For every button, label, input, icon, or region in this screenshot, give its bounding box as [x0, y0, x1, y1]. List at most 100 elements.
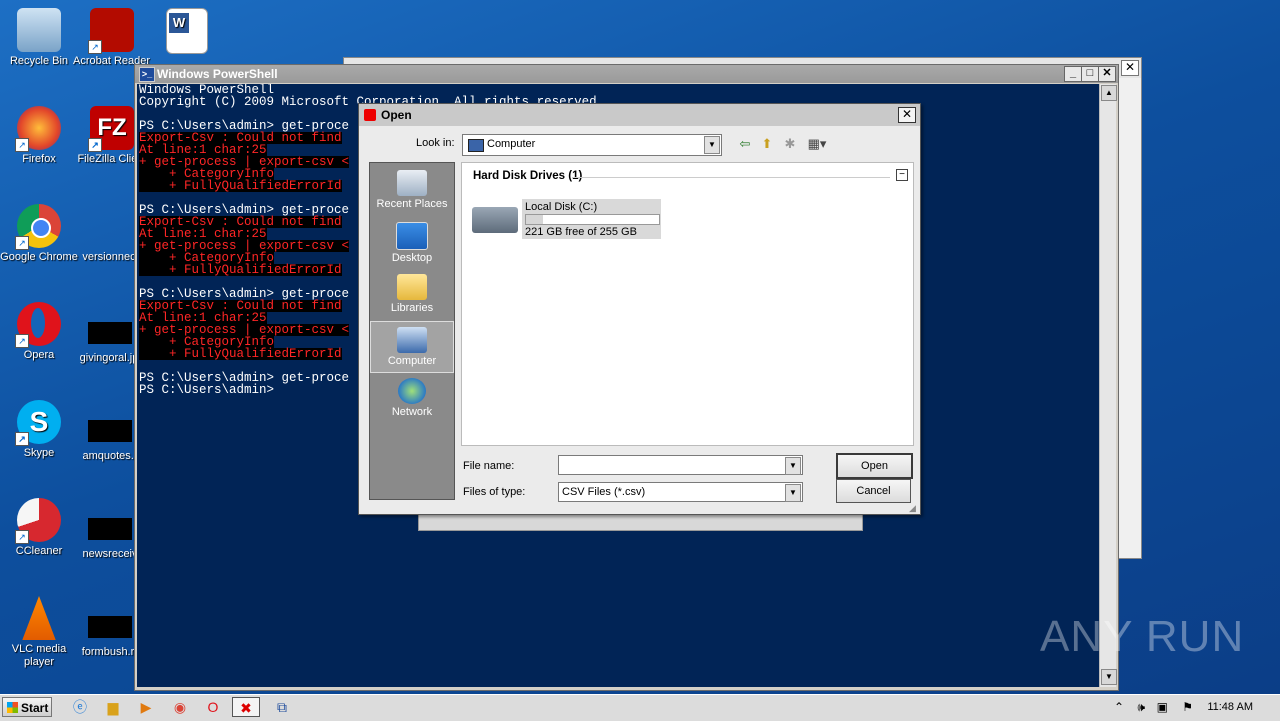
tray-show-hidden-icon[interactable]: ⌃ [1114, 700, 1124, 714]
computer-icon [468, 139, 484, 152]
drive-item-local-disk[interactable]: Local Disk (C:) 221 GB free of 255 GB [468, 199, 661, 240]
libraries-icon [397, 274, 427, 300]
maximize-button[interactable]: □ [1081, 66, 1099, 82]
place-label: Computer [387, 355, 437, 367]
powershell-titlebar[interactable]: >_ Windows PowerShell _ □ ✕ [135, 65, 1118, 83]
file-thumbnail [88, 322, 132, 344]
recycle-bin-icon [17, 8, 61, 52]
view-menu-icon[interactable]: ▦▾ [805, 136, 829, 152]
file-icon [87, 204, 131, 248]
taskbar-opera-icon[interactable]: O [199, 697, 227, 717]
chevron-down-icon[interactable]: ▼ [704, 136, 720, 154]
recent-places-icon [397, 170, 427, 196]
powershell-title: Windows PowerShell [157, 67, 278, 81]
taskbar-explorer-icon[interactable]: ▆ [99, 697, 127, 717]
taskbar-media-player-icon[interactable]: ▶ [132, 697, 160, 717]
shortcut-arrow-icon: ↗ [88, 40, 102, 54]
taskbar-internet-explorer-icon[interactable]: ⓔ [66, 697, 94, 717]
look-in-value: Computer [487, 138, 536, 150]
desktop-icon-opera[interactable]: ↗ Opera [0, 302, 78, 362]
computer-icon [397, 327, 427, 353]
desktop-icon-acrobat[interactable]: ↗ Acrobat Reader DC [73, 8, 151, 68]
windows-logo-icon [7, 702, 18, 713]
console-error-text: + FullyQualifiedErrorId [139, 347, 342, 361]
network-icon[interactable]: ▣ [1157, 700, 1168, 714]
file-name-label: File name: [463, 460, 515, 472]
start-button[interactable]: Start [2, 697, 52, 717]
file-name-input[interactable]: ▼ [558, 455, 803, 475]
desktop-icon-ccleaner[interactable]: ↗ CCleaner [0, 498, 78, 558]
network-globe-icon [398, 378, 426, 404]
filezilla-icon: FZ ↗ [88, 106, 134, 152]
file-thumbnail [88, 518, 132, 540]
up-folder-icon[interactable]: ⬆ [759, 136, 775, 152]
console-error-text: + FullyQualifiedErrorId [139, 263, 342, 277]
chevron-down-icon[interactable]: ▼ [785, 457, 801, 475]
dialog-close-button[interactable]: ✕ [898, 107, 916, 123]
scroll-down-arrow-icon[interactable]: ▼ [1101, 669, 1117, 685]
group-header: Hard Disk Drives (1) [473, 170, 583, 182]
start-label: Start [21, 701, 49, 715]
desktop-icon-word-doc[interactable]: W [148, 8, 226, 57]
dialog-title: Open [381, 108, 412, 122]
shortcut-arrow-icon: ↗ [15, 236, 29, 250]
scroll-up-arrow-icon[interactable]: ▲ [1101, 85, 1117, 101]
look-in-dropdown[interactable]: Computer ▼ [462, 134, 722, 156]
desktop-icon-chrome[interactable]: ↗ Google Chrome [0, 204, 78, 264]
new-folder-icon[interactable]: ✱ [782, 136, 798, 152]
chrome-icon: ↗ [15, 204, 61, 250]
desktop-icon [396, 222, 428, 250]
file-type-value: CSV Files (*.csv) [562, 486, 646, 498]
shortcut-arrow-icon: ↗ [15, 432, 29, 446]
powershell-icon: >_ [139, 67, 155, 82]
desktop-icon-label: VLC media player [11, 643, 67, 668]
desktop-icon-recycle-bin[interactable]: Recycle Bin [0, 8, 78, 68]
shortcut-arrow-icon: ↗ [15, 138, 29, 152]
chevron-down-icon[interactable]: ▼ [785, 484, 801, 502]
group-divider [572, 177, 890, 178]
place-computer[interactable]: Computer [370, 321, 454, 373]
desktop-icon-label: Firefox [22, 153, 56, 165]
console-scrollbar[interactable]: ▲ ▼ [1099, 84, 1117, 687]
place-desktop[interactable]: Desktop [370, 217, 454, 269]
shortcut-arrow-icon: ↗ [15, 334, 29, 348]
taskbar-chrome-icon[interactable]: ◉ [166, 697, 194, 717]
resize-grip-icon[interactable]: ◢ [909, 503, 919, 513]
shortcut-arrow-icon: ↗ [15, 530, 29, 544]
desktop-icon-label: formbush.r [81, 646, 135, 658]
places-bar: Recent Places Desktop Libraries Computer… [369, 162, 455, 500]
back-arrow-icon[interactable]: ⇦ [737, 136, 753, 152]
desktop-icon-label: Skype [23, 447, 55, 459]
drive-usage-bar [525, 214, 660, 225]
file-list-area[interactable]: Hard Disk Drives (1) − Local Disk (C:) 2… [461, 162, 914, 446]
taskbar-powershell-icon[interactable]: ⧉ [268, 697, 296, 717]
minimize-button[interactable]: _ [1064, 66, 1082, 82]
desktop-icon-vlc[interactable]: VLC media player [0, 596, 78, 669]
cancel-button[interactable]: Cancel [836, 479, 911, 503]
collapse-icon[interactable]: − [896, 169, 908, 181]
place-recent-places[interactable]: Recent Places [370, 165, 454, 217]
drive-name: Local Disk (C:) [525, 201, 598, 213]
volume-icon[interactable]: 🕪 [1137, 700, 1145, 715]
dialog-titlebar[interactable]: Open ✕ [359, 104, 920, 126]
file-type-dropdown[interactable]: CSV Files (*.csv) ▼ [558, 482, 803, 502]
place-network[interactable]: Network [370, 373, 454, 425]
taskbar-active-app-icon[interactable]: ✖ [232, 697, 260, 717]
drive-free-space: 221 GB free of 255 GB [525, 226, 637, 238]
acrobat-icon: ↗ [88, 8, 134, 54]
desktop-icon-label: Google Chrome [0, 251, 78, 263]
action-center-flag-icon[interactable]: ⚑ [1182, 700, 1193, 714]
desktop-icon-label: Recycle Bin [9, 55, 69, 67]
background-window-close-button[interactable]: ✕ [1121, 60, 1139, 76]
desktop-icon-skype[interactable]: S ↗ Skype [0, 400, 78, 460]
open-button[interactable]: Open [836, 453, 913, 479]
place-libraries[interactable]: Libraries [370, 269, 454, 321]
desktop-icon-firefox[interactable]: ↗ Firefox [0, 106, 78, 166]
close-button[interactable]: ✕ [1098, 66, 1116, 82]
firefox-icon: ↗ [15, 106, 61, 152]
clock[interactable]: 11:48 AM [1207, 701, 1253, 713]
file-thumbnail [88, 616, 132, 638]
word-document-icon: W [166, 8, 208, 54]
dialog-underlay-panel [418, 513, 863, 531]
hard-drive-icon [472, 207, 518, 233]
